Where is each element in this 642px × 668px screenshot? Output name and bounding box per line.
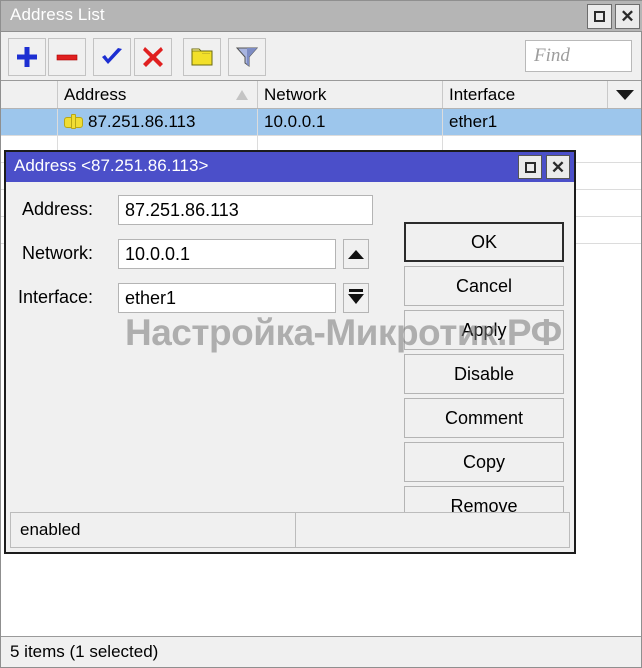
field-address: Address: 87.251.86.113	[6, 192, 386, 226]
close-button[interactable]: ✕	[615, 4, 640, 29]
row-address-value: 87.251.86.113	[88, 112, 196, 131]
plus-icon	[17, 47, 37, 67]
triangle-up-icon	[348, 249, 364, 259]
column-header-interface-label: Interface	[449, 84, 516, 104]
row-network-cell: 10.0.0.1	[258, 109, 443, 135]
network-expand-button[interactable]	[343, 239, 369, 269]
dialog-controls: ✕	[518, 155, 570, 179]
network-input[interactable]: 10.0.0.1	[118, 239, 336, 269]
close-icon: ✕	[620, 7, 635, 26]
address-label: Address:	[21, 198, 93, 219]
address-edit-dialog: Address <87.251.86.113> ✕ Address: 87.25…	[4, 150, 576, 554]
column-header-network-label: Network	[264, 84, 327, 104]
column-chooser-button[interactable]	[607, 81, 641, 108]
note-icon	[191, 48, 213, 66]
disable-button[interactable]: Disable	[404, 354, 564, 394]
check-icon	[102, 48, 122, 64]
dialog-close-button[interactable]: ✕	[546, 155, 570, 179]
find-input[interactable]: Find	[525, 40, 632, 72]
field-network: Network: 10.0.0.1	[6, 236, 386, 270]
disable-button[interactable]	[134, 38, 172, 76]
toolbar: Find	[1, 32, 641, 81]
table-row[interactable]: 87.251.86.113 10.0.0.1 ether1	[1, 109, 641, 136]
window-titlebar: Address List ✕	[1, 1, 642, 32]
cancel-button[interactable]: Cancel	[404, 266, 564, 306]
dialog-maximize-button[interactable]	[518, 155, 542, 179]
funnel-icon	[235, 47, 259, 67]
dialog-status-text: enabled	[11, 513, 296, 547]
filter-button[interactable]	[228, 38, 266, 76]
column-header-address-label: Address	[64, 84, 127, 104]
find-placeholder: Find	[534, 45, 570, 66]
maximize-icon	[524, 161, 536, 173]
maximize-icon	[594, 11, 605, 22]
interface-input[interactable]: ether1	[118, 283, 336, 313]
remove-button[interactable]	[48, 38, 86, 76]
dialog-buttons: OK Cancel Apply Disable Comment Copy Rem…	[404, 222, 564, 530]
row-address-cell: 87.251.86.113	[58, 109, 258, 135]
dropdown-arrow-icon	[348, 289, 364, 307]
close-icon: ✕	[550, 157, 566, 177]
cross-icon	[143, 47, 163, 67]
interface-label: Interface:	[17, 286, 93, 307]
interface-dropdown-button[interactable]	[343, 283, 369, 313]
address-icon	[64, 113, 83, 129]
network-label: Network:	[21, 242, 93, 263]
add-button[interactable]	[8, 38, 46, 76]
dialog-form: Address: 87.251.86.113 Network: 10.0.0.1…	[6, 182, 574, 526]
comment-button[interactable]: Comment	[404, 398, 564, 438]
address-input[interactable]: 87.251.86.113	[118, 195, 373, 225]
row-interface-cell: ether1	[449, 112, 498, 131]
dialog-titlebar: Address <87.251.86.113> ✕	[6, 152, 574, 182]
apply-button[interactable]: Apply	[404, 310, 564, 350]
minus-icon	[56, 54, 78, 61]
sort-ascending-icon	[236, 89, 248, 100]
dialog-title: Address <87.251.86.113>	[14, 156, 209, 175]
dialog-statusbar: enabled	[10, 512, 570, 548]
statusbar-text: 5 items (1 selected)	[10, 642, 159, 661]
field-interface: Interface: ether1	[6, 280, 386, 314]
enable-button[interactable]	[93, 38, 131, 76]
column-header-address[interactable]: Address	[58, 81, 258, 108]
maximize-button[interactable]	[587, 4, 612, 29]
copy-button[interactable]: Copy	[404, 442, 564, 482]
screenshot-root: Address List ✕ Find Address Network Inte…	[0, 0, 642, 668]
table-header: Address Network Interface	[1, 81, 641, 109]
statusbar: 5 items (1 selected)	[1, 636, 641, 667]
column-header-network[interactable]: Network	[258, 81, 443, 108]
window-title: Address List	[10, 5, 105, 24]
row-flag-cell	[1, 109, 58, 135]
window-controls: ✕	[587, 4, 640, 29]
chevron-down-icon	[615, 89, 634, 100]
comment-button[interactable]	[183, 38, 221, 76]
column-header-flag[interactable]	[1, 81, 58, 108]
column-header-interface[interactable]: Interface	[443, 81, 608, 108]
ok-button[interactable]: OK	[404, 222, 564, 262]
